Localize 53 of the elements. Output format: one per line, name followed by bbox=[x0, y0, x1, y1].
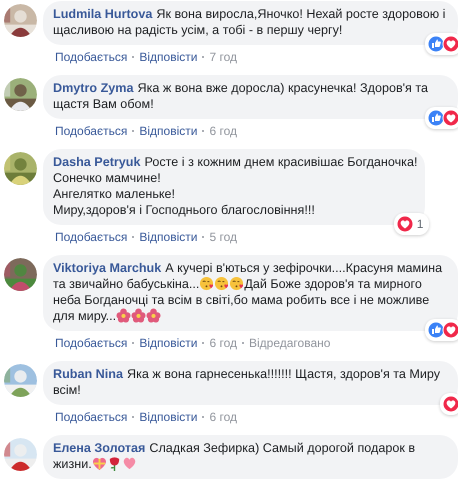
author-link[interactable]: Елена Золотая bbox=[53, 441, 146, 455]
reactions-badge[interactable]: 1 bbox=[394, 213, 430, 235]
action-link[interactable]: Подобається bbox=[55, 335, 128, 351]
separator-dot bbox=[202, 342, 204, 344]
flower-icon bbox=[146, 308, 162, 323]
action-link[interactable]: Подобається bbox=[55, 49, 128, 65]
separator-dot bbox=[202, 416, 204, 418]
like-icon bbox=[427, 321, 445, 339]
heart-icon bbox=[122, 456, 137, 471]
separator-dot bbox=[132, 236, 134, 238]
action-link[interactable]: Відповісти bbox=[139, 49, 198, 65]
action-link[interactable]: Подобається bbox=[55, 229, 128, 245]
author-link[interactable]: Ruban Nina bbox=[53, 367, 123, 381]
separator-dot bbox=[202, 236, 204, 238]
reactions-badge[interactable] bbox=[440, 393, 458, 415]
action-link[interactable]: Відповісти bbox=[139, 229, 198, 245]
author-link[interactable]: Ludmila Hurtova bbox=[53, 7, 152, 21]
action-link[interactable]: Відповісти bbox=[139, 409, 198, 425]
separator-dot bbox=[132, 342, 134, 344]
heart-icon bbox=[442, 321, 458, 339]
action-link[interactable]: Відповісти bbox=[139, 123, 198, 139]
kiss-emoji-icon bbox=[214, 276, 230, 291]
action-link[interactable]: Подобається bbox=[55, 123, 128, 139]
like-icon bbox=[427, 109, 445, 127]
action-link[interactable]: Подобається bbox=[55, 409, 128, 425]
heart-icon bbox=[442, 395, 458, 413]
separator-dot bbox=[242, 342, 244, 344]
separator-dot bbox=[202, 56, 204, 58]
separator-dot bbox=[132, 56, 134, 58]
author-link[interactable]: Dmytro Zyma bbox=[53, 81, 134, 95]
comment-text: Ruban Nina Яка ж вона гарнесенька!!!!!!! Щастя, здоров'я та Миру всім! bbox=[53, 366, 442, 398]
author-link[interactable]: Viktoriya Marchuk bbox=[53, 261, 162, 275]
comment-text: Ludmila Hurtova Як вона виросла,Яночко! Нехай росте здоровою і щасливою на радість усім, а тобі - в першу чергу! bbox=[53, 6, 446, 38]
comment-text: Viktoriya Marchuk А кучері в'ються у зефірочки....Красуня мамина та звичайно бабуськіна... Дай Боже здоров'я та мирного неба Богданочці та всім в світі,бо мама робить все і не можливе для миру... bbox=[53, 260, 444, 324]
action-link[interactable]: Відповісти bbox=[139, 335, 198, 351]
like-icon bbox=[427, 35, 445, 53]
kiss-emoji-icon bbox=[199, 276, 214, 291]
separator-dot bbox=[202, 130, 204, 132]
heart-icon bbox=[92, 456, 107, 471]
reactions-badge[interactable] bbox=[425, 33, 458, 55]
reactions-badge[interactable] bbox=[425, 319, 458, 341]
heart-icon bbox=[442, 109, 458, 127]
separator-dot bbox=[132, 130, 134, 132]
kiss-emoji-icon bbox=[229, 276, 244, 291]
author-link[interactable]: Dasha Petryuk bbox=[53, 155, 140, 169]
reactions-badge[interactable] bbox=[425, 107, 458, 129]
heart-icon bbox=[442, 35, 458, 53]
separator-dot bbox=[132, 416, 134, 418]
reaction-count: 1 bbox=[416, 216, 424, 232]
comment-text: Dmytro Zyma Яка ж вона вже доросла) красунечка! Здоров'я та щастя Вам обом! bbox=[53, 80, 429, 112]
comment-text: Елена Золотая Сладкая Зефирка) Самый дорогой подарок в жизни. bbox=[53, 440, 416, 472]
flower-icon bbox=[116, 308, 132, 323]
flower-icon bbox=[131, 308, 146, 323]
